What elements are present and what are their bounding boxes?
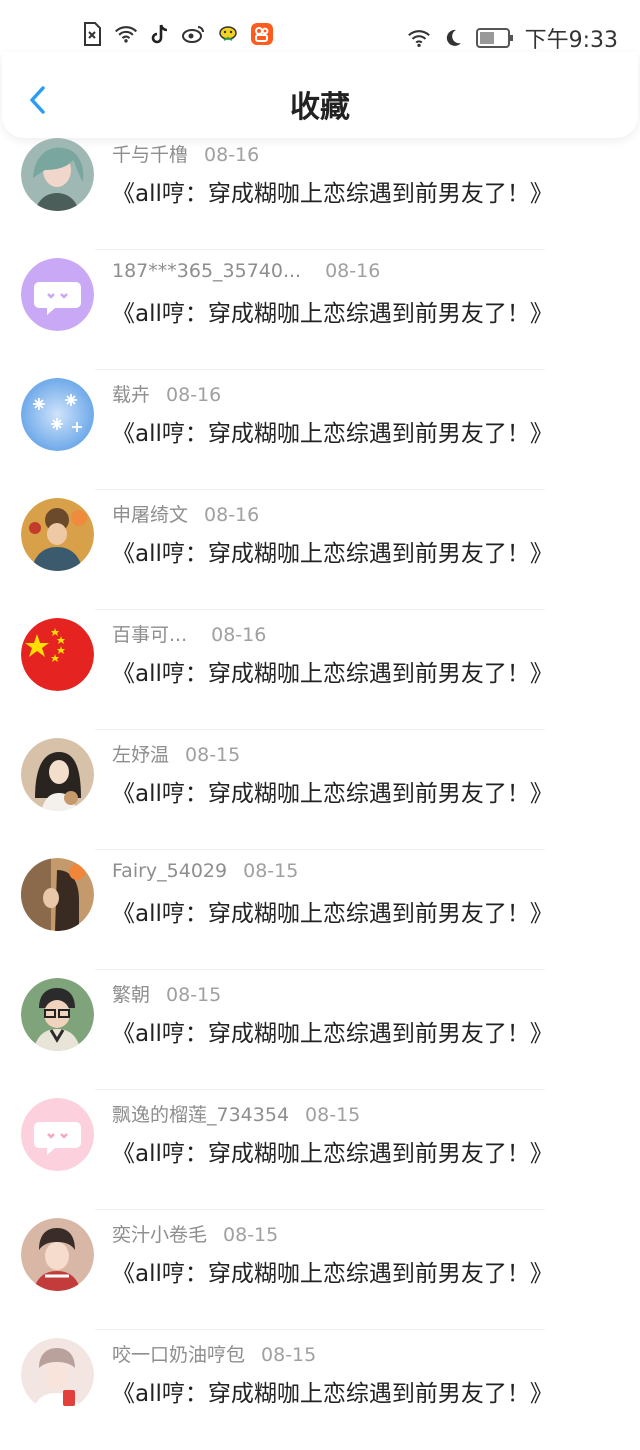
favorite-text[interactable]: 《all哼：穿成糊咖上恋综遇到前男友了！》 (112, 654, 553, 688)
date: 08-16 (211, 624, 267, 646)
avatar[interactable] (21, 978, 94, 1051)
battery-icon (475, 26, 515, 50)
list-item[interactable]: 载卉 08-16 《all哼：穿成糊咖上恋综遇到前男友了！》 (0, 370, 640, 490)
tiktok-icon (148, 22, 172, 46)
favorite-text[interactable]: 《all哼：穿成糊咖上恋综遇到前男友了！》 (112, 894, 553, 928)
favorite-text[interactable]: 《all哼：穿成糊咖上恋综遇到前男友了！》 (112, 294, 553, 328)
wifi-hotspot-icon (114, 22, 138, 46)
list-item[interactable]: 咬一口奶油哼包 08-15 《all哼：穿成糊咖上恋综遇到前男友了！》 (0, 1330, 640, 1450)
date: 08-15 (243, 860, 299, 882)
status-time: 下午9:33 (524, 28, 618, 53)
favorite-text[interactable]: 《all哼：穿成糊咖上恋综遇到前男友了！》 (112, 534, 553, 568)
list-item[interactable]: 百事可... 08-16 《all哼：穿成糊咖上恋综遇到前男友了！》 (0, 610, 640, 730)
favorite-text[interactable]: 《all哼：穿成糊咖上恋综遇到前男友了！》 (112, 1254, 553, 1288)
favorite-text[interactable]: 《all哼：穿成糊咖上恋综遇到前男友了！》 (112, 1134, 553, 1168)
favorite-text[interactable]: 《all哼：穿成糊咖上恋综遇到前男友了！》 (112, 1374, 553, 1408)
date: 08-15 (185, 744, 241, 766)
favorite-text[interactable]: 《all哼：穿成糊咖上恋综遇到前男友了！》 (112, 1014, 553, 1048)
date: 08-16 (204, 504, 260, 526)
avatar[interactable] (21, 738, 94, 811)
avatar[interactable] (21, 1338, 94, 1411)
favorite-text[interactable]: 《all哼：穿成糊咖上恋综遇到前男友了！》 (112, 414, 553, 448)
list-item[interactable]: 奕汁小卷毛 08-15 《all哼：穿成糊咖上恋综遇到前男友了！》 (0, 1210, 640, 1330)
username: 187***365_35740... (112, 260, 302, 282)
list-item[interactable]: 187***365_35740... 08-16 《all哼：穿成糊咖上恋综遇到前… (0, 250, 640, 370)
kuaishou-icon (250, 22, 274, 46)
header: 收藏 (2, 52, 638, 138)
date: 08-15 (261, 1344, 317, 1366)
list-item[interactable]: 左妤温 08-15 《all哼：穿成糊咖上恋综遇到前男友了！》 (0, 730, 640, 850)
favorites-list: 千与千橹 08-16 《all哼：穿成糊咖上恋综遇到前男友了！》 187***36… (0, 130, 640, 1450)
sim-missing-icon (80, 22, 104, 46)
username: 千与千橹 (112, 144, 189, 166)
username: 申屠绮文 (112, 504, 189, 526)
date: 08-16 (204, 144, 260, 166)
username: 奕汁小卷毛 (112, 1224, 208, 1246)
wifi-icon (407, 26, 431, 50)
favorite-text[interactable]: 《all哼：穿成糊咖上恋综遇到前男友了！》 (112, 774, 553, 808)
date: 08-15 (223, 1224, 279, 1246)
list-item[interactable]: 繁朝 08-15 《all哼：穿成糊咖上恋综遇到前男友了！》 (0, 970, 640, 1090)
username: 百事可... (112, 624, 188, 646)
username: 飘逸的榴莲_734354 (112, 1104, 290, 1126)
mascot-icon (216, 22, 240, 46)
weibo-icon (182, 22, 206, 46)
username: 载卉 (112, 384, 151, 406)
status-right-icons: 下午9:33 (407, 22, 618, 54)
avatar[interactable] (21, 1218, 94, 1291)
avatar[interactable] (21, 1098, 94, 1171)
date: 08-16 (325, 260, 381, 282)
page-title: 收藏 (290, 90, 350, 125)
username: 繁朝 (112, 984, 151, 1006)
date: 08-15 (305, 1104, 361, 1126)
date: 08-15 (166, 984, 222, 1006)
favorite-text[interactable]: 《all哼：穿成糊咖上恋综遇到前男友了！》 (112, 174, 553, 208)
moon-icon (441, 26, 465, 50)
avatar[interactable] (21, 258, 94, 331)
list-item[interactable]: 飘逸的榴莲_734354 08-15 《all哼：穿成糊咖上恋综遇到前男友了！》 (0, 1090, 640, 1210)
avatar[interactable] (21, 858, 94, 931)
avatar[interactable] (21, 618, 94, 691)
list-item[interactable]: 千与千橹 08-16 《all哼：穿成糊咖上恋综遇到前男友了！》 (0, 130, 640, 250)
list-item[interactable]: 申屠绮文 08-16 《all哼：穿成糊咖上恋综遇到前男友了！》 (0, 490, 640, 610)
username: Fairy_54029 (112, 860, 228, 882)
username: 咬一口奶油哼包 (112, 1344, 246, 1366)
status-left-icons (80, 22, 274, 46)
list-item[interactable]: Fairy_54029 08-15 《all哼：穿成糊咖上恋综遇到前男友了！》 (0, 850, 640, 970)
username: 左妤温 (112, 744, 170, 766)
avatar[interactable] (21, 498, 94, 571)
avatar[interactable] (21, 378, 94, 451)
avatar[interactable] (21, 138, 94, 211)
date: 08-16 (166, 384, 222, 406)
